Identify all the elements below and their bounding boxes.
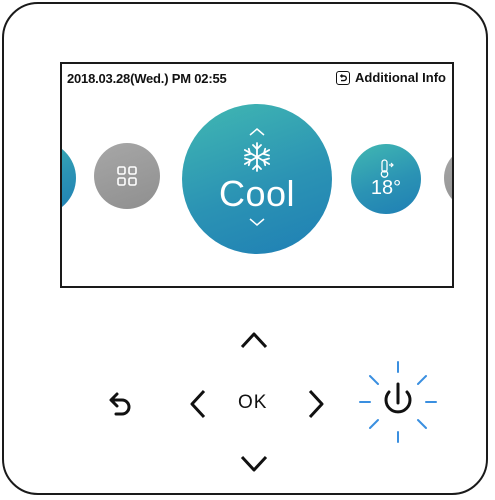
temperature-label: 18°	[370, 176, 402, 199]
right-button[interactable]	[306, 388, 326, 420]
back-button[interactable]	[102, 388, 136, 422]
left-button[interactable]	[188, 388, 208, 420]
mode-item-next[interactable]	[444, 146, 452, 210]
remote-controller: 2018.03.28(Wed.) PM 02:55 Additional Inf…	[2, 2, 488, 495]
menu-grid-icon	[117, 166, 137, 186]
display-screen: 2018.03.28(Wed.) PM 02:55 Additional Inf…	[60, 62, 454, 288]
up-button[interactable]	[238, 330, 270, 350]
back-icon	[336, 70, 351, 85]
snowflake-icon	[244, 142, 271, 172]
ok-button[interactable]: OK	[238, 392, 267, 414]
cool-mode-item[interactable]: Cool	[182, 104, 332, 254]
mode-label: Cool	[218, 173, 296, 214]
down-button[interactable]	[238, 454, 270, 474]
chevron-up-icon[interactable]	[248, 127, 266, 137]
mode-item-previous[interactable]	[62, 141, 76, 215]
additional-info-label: Additional Info	[355, 70, 446, 85]
temperature-mode-item[interactable]: 18°	[351, 144, 421, 214]
power-icon	[384, 382, 412, 414]
additional-info-button[interactable]: Additional Info	[336, 70, 446, 85]
chevron-down-icon[interactable]	[248, 217, 266, 227]
power-button[interactable]	[356, 358, 440, 446]
datetime-display: 2018.03.28(Wed.) PM 02:55	[67, 71, 227, 86]
thermometer-icon	[380, 158, 394, 178]
menu-mode-item[interactable]	[94, 143, 160, 209]
